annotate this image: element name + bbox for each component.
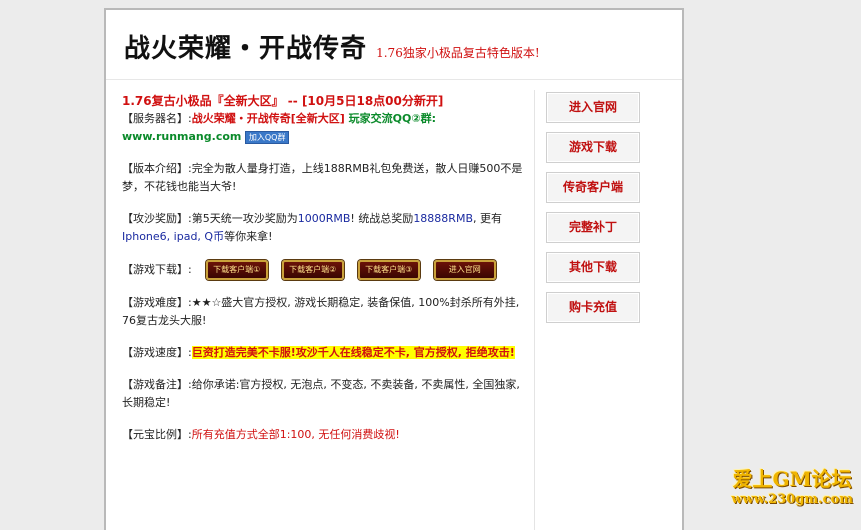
difficulty-info: 【游戏难度】:★★☆盛大官方授权, 游戏长期稳定, 装备保值, 100%封杀所有… xyxy=(122,294,526,330)
download-client-1-button[interactable]: 下载客户端① xyxy=(205,260,268,280)
site-subtitle: 1.76独家小极品复古特色版本! xyxy=(376,46,540,60)
join-qq-button[interactable]: 加入QQ群 xyxy=(244,130,290,144)
siege-prizes: Iphone6, ipad, Q币 xyxy=(122,230,225,243)
sidebar-patch-button[interactable]: 完整补丁 xyxy=(546,212,640,243)
siege-text-3: , 更有 xyxy=(473,212,502,225)
logo-title: 爱上GM论坛 xyxy=(732,467,852,491)
speed-label: 【游戏速度】: xyxy=(122,346,192,359)
server-qq: 玩家交流QQ②群: xyxy=(344,112,437,125)
notes-info: 【游戏备注】:给你承诺:官方授权, 无泡点, 不变态, 不卖装备, 不卖属性, … xyxy=(122,376,526,412)
server-name: 战火荣耀・开战传奇[全新大区] xyxy=(191,112,345,125)
headline: 1.76复古小极品『全新大区』 -- [10月5日18点00分新开] xyxy=(122,92,526,110)
siege-amount-1: 1000RMB xyxy=(297,212,351,225)
download-row: 【游戏下载】: 下载客户端① 下载客户端② 下载客户端③ 进入官网 xyxy=(122,260,526,280)
speed-text: 巨资打造完美不卡服!攻沙千人在线稳定不卡, 官方授权, 拒绝攻击! xyxy=(191,346,515,359)
watermark-logo: 爱上GM论坛 www.230gm.com xyxy=(731,466,853,508)
main-content: 1.76复古小极品『全新大区』 -- [10月5日18点00分新开] 【服务器名… xyxy=(122,92,526,444)
sidebar-enter-website-button[interactable]: 进入官网 xyxy=(546,92,640,123)
siege-reward: 【攻沙奖励】:第5天统一攻沙奖励为1000RMB! 统战总奖励18888RMB,… xyxy=(122,210,526,246)
download-label: 【游戏下载】: xyxy=(122,263,192,276)
sidebar-recharge-button[interactable]: 购卡充值 xyxy=(546,292,640,323)
siege-label: 【攻沙奖励】: xyxy=(122,212,192,225)
speed-info: 【游戏速度】:巨资打造完美不卡服!攻沙千人在线稳定不卡, 官方授权, 拒绝攻击! xyxy=(122,344,526,362)
siege-amount-2: 18888RMB xyxy=(413,212,473,225)
siege-text-1: 第5天统一攻沙奖励为 xyxy=(191,212,298,225)
logo-url: www.230gm.com xyxy=(731,492,853,507)
download-client-2-button[interactable]: 下载客户端② xyxy=(281,260,344,280)
headline-right: [10月5日18点00分新开] xyxy=(301,94,444,108)
server-label: 【服务器名】: xyxy=(122,112,192,125)
download-client-3-button[interactable]: 下载客户端③ xyxy=(357,260,420,280)
sidebar-client-button[interactable]: 传奇客户端 xyxy=(546,172,640,203)
version-info: 【版本介绍】:完全为散人量身打造，上线188RMB礼包免费送，散人日赚500不是… xyxy=(122,160,526,196)
sidebar-other-download-button[interactable]: 其他下载 xyxy=(546,252,640,283)
sidebar-game-download-button[interactable]: 游戏下载 xyxy=(546,132,640,163)
sidebar: 进入官网 游戏下载 传奇客户端 完整补丁 其他下载 购卡充值 xyxy=(546,92,642,332)
enter-website-button[interactable]: 进入官网 xyxy=(433,260,496,280)
content-panel: 战火荣耀・开战传奇 1.76独家小极品复古特色版本! 1.76复古小极品『全新大… xyxy=(104,8,684,530)
version-label: 【版本介绍】: xyxy=(122,162,192,175)
notes-label: 【游戏备注】: xyxy=(122,378,192,391)
ratio-text: 所有充值方式全部1:100, 无任何消费歧视! xyxy=(191,428,400,441)
ratio-label: 【元宝比例】: xyxy=(122,428,192,441)
server-info: 【服务器名】:战火荣耀・开战传奇[全新大区] 玩家交流QQ②群: www.run… xyxy=(122,110,526,146)
site-title: 战火荣耀・开战传奇 xyxy=(124,34,368,64)
difficulty-label: 【游戏难度】: xyxy=(122,296,192,309)
headline-left: 1.76复古小极品『全新大区』 xyxy=(122,94,284,108)
headline-separator: -- xyxy=(283,94,302,108)
column-divider xyxy=(534,90,535,530)
ratio-info: 【元宝比例】:所有充值方式全部1:100, 无任何消费歧视! xyxy=(122,426,526,444)
header-divider xyxy=(106,79,682,80)
siege-text-4: 等你来拿! xyxy=(224,230,273,243)
server-url[interactable]: www.runmang.com xyxy=(122,130,241,143)
siege-text-2: ! 统战总奖励 xyxy=(350,212,414,225)
header: 战火荣耀・开战传奇 1.76独家小极品复古特色版本! xyxy=(124,28,540,68)
